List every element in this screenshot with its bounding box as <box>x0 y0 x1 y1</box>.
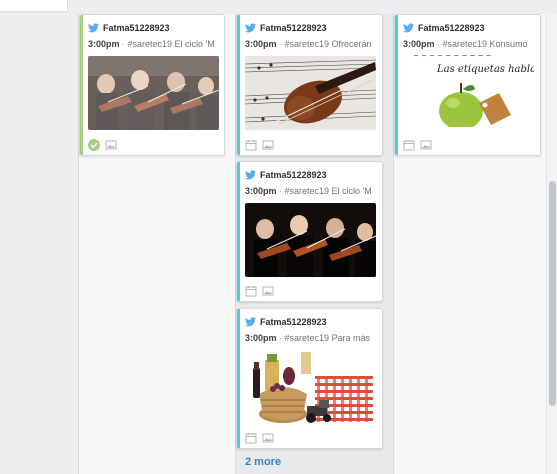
image-icon <box>262 286 274 296</box>
account-name: Fatma51228923 <box>260 170 327 180</box>
scheduled-post-card[interactable]: Fatma51228923 3:00pm · #saretec19 Para m… <box>236 308 383 449</box>
post-preview: 3:00pm · #saretec19 Konsumo <box>403 39 528 49</box>
post-time: 3:00pm <box>88 39 120 49</box>
post-time: 3:00pm <box>245 39 277 49</box>
status-stripe <box>237 162 240 301</box>
calendar-icon <box>245 140 257 151</box>
account-name: Fatma51228923 <box>103 23 170 33</box>
account-name: Fatma51228923 <box>418 23 485 33</box>
account-name: Fatma51228923 <box>260 23 327 33</box>
status-stripe <box>395 15 398 155</box>
post-text: #saretec19 El ciclo 'M <box>127 39 215 49</box>
scheduled-post-card[interactable]: Fatma51228923 3:00pm · #saretec19 El cic… <box>79 14 225 156</box>
scheduled-post-card[interactable]: Fatma51228923 3:00pm · #saretec19 Konsum… <box>394 14 541 156</box>
status-stripe <box>237 309 240 448</box>
image-icon <box>262 433 274 443</box>
image-icon <box>262 140 274 150</box>
post-time: 3:00pm <box>245 186 277 196</box>
post-preview: 3:00pm · #saretec19 El ciclo 'M <box>88 39 215 49</box>
twitter-icon <box>245 317 256 327</box>
scheduled-post-card[interactable]: Fatma51228923 3:00pm · #saretec19 Ofrece… <box>236 14 383 156</box>
post-image-orchestra[interactable] <box>88 56 219 130</box>
vertical-scrollbar[interactable] <box>546 14 557 474</box>
scrollbar-thumb[interactable] <box>549 181 556 406</box>
status-stripe <box>237 15 240 155</box>
image-icon <box>420 140 432 150</box>
toolbar-field[interactable] <box>0 0 68 12</box>
twitter-icon <box>245 170 256 180</box>
post-image-wine-basket[interactable] <box>245 350 376 424</box>
calendar-icon <box>403 140 415 151</box>
post-time: 3:00pm <box>403 39 435 49</box>
twitter-icon <box>88 23 99 33</box>
image-icon <box>105 140 117 150</box>
calendar-icon <box>245 286 257 297</box>
post-text: #saretec19 El ciclo 'M <box>284 186 372 196</box>
post-text: #saretec19 Konsumo <box>442 39 528 49</box>
image-caption: Las etiquetas hablan <box>436 64 534 75</box>
svg-text:~ ~ ~ ~ ~ ~ ~ ~ ~ ~: ~ ~ ~ ~ ~ ~ ~ ~ ~ ~ <box>413 53 492 60</box>
more-posts-link[interactable]: 2 more <box>245 456 281 468</box>
post-image-apple-label[interactable]: ~ ~ ~ ~ ~ ~ ~ ~ ~ ~ Las etiquetas hablan <box>403 53 534 127</box>
post-time: 3:00pm <box>245 333 277 343</box>
post-preview: 3:00pm · #saretec19 El ciclo 'M <box>245 186 372 196</box>
status-stripe <box>80 15 83 155</box>
check-circle-icon <box>88 139 100 151</box>
calendar-icon <box>245 433 257 444</box>
twitter-icon <box>403 23 414 33</box>
top-toolbar <box>0 0 557 14</box>
account-name: Fatma51228923 <box>260 317 327 327</box>
post-preview: 3:00pm · #saretec19 Ofrecerán <box>245 39 372 49</box>
post-text: #saretec19 Ofrecerán <box>284 39 372 49</box>
post-image-orchestra[interactable] <box>245 203 376 277</box>
twitter-icon <box>245 23 256 33</box>
post-image-violin[interactable] <box>245 56 376 130</box>
post-text: #saretec19 Para más <box>284 333 371 343</box>
calendar-day-column[interactable] <box>0 14 79 474</box>
post-preview: 3:00pm · #saretec19 Para más <box>245 333 371 343</box>
scheduled-post-card[interactable]: Fatma51228923 3:00pm · #saretec19 El cic… <box>236 161 383 302</box>
